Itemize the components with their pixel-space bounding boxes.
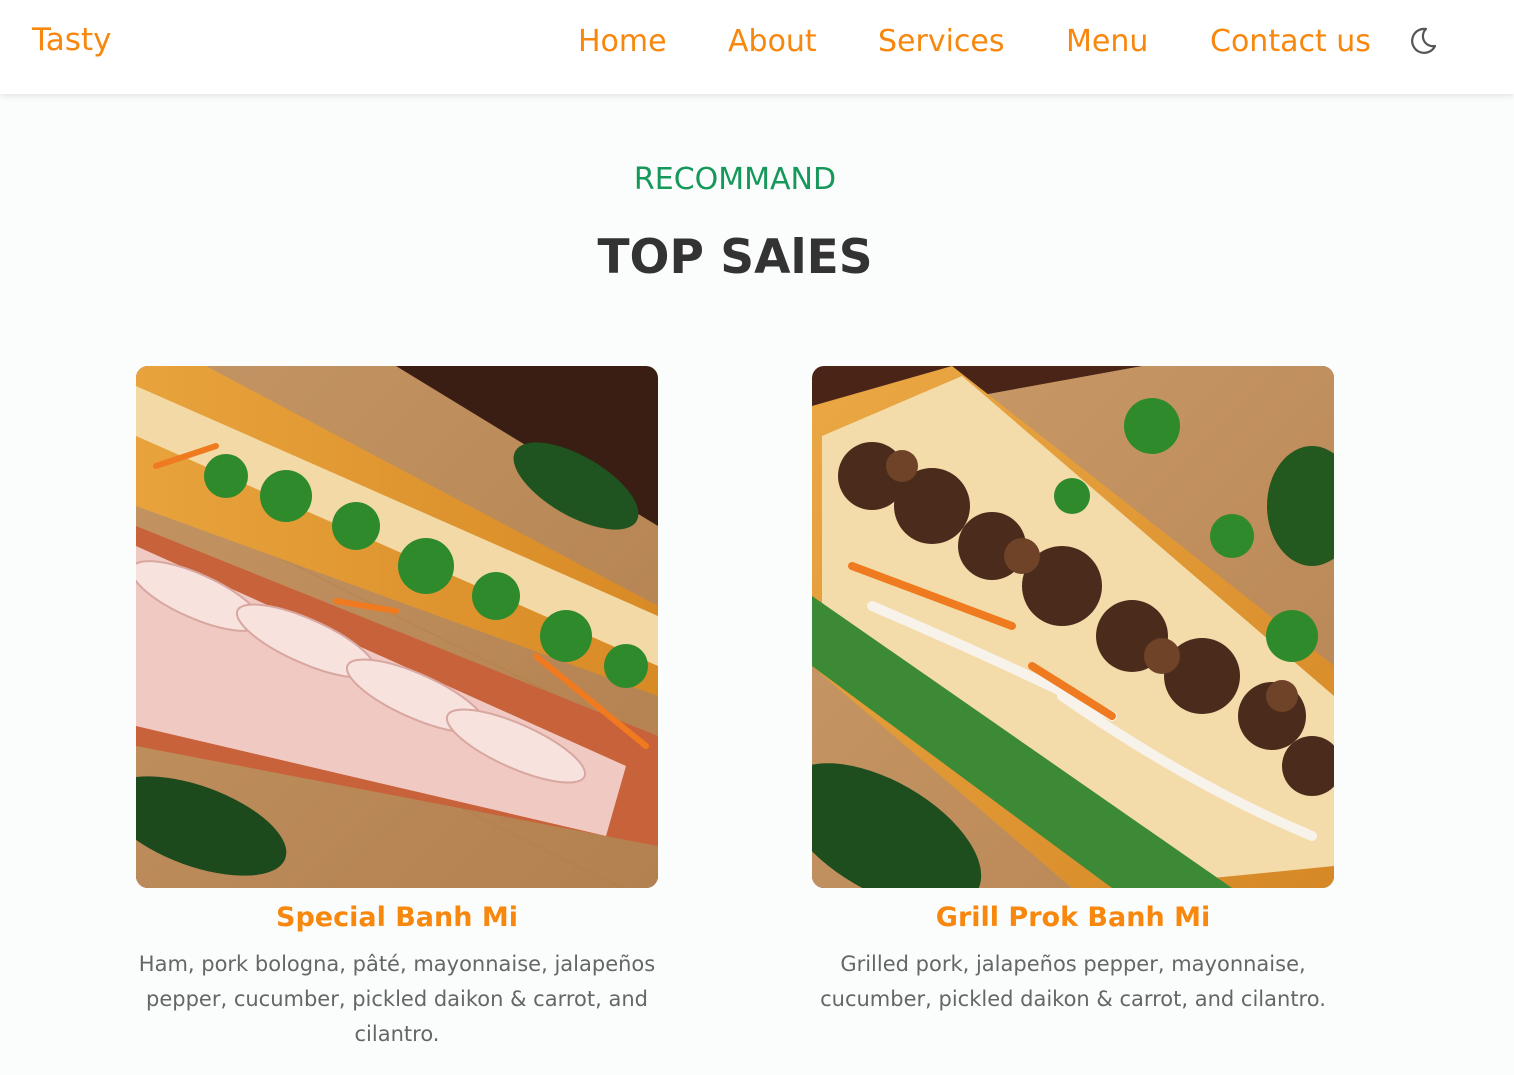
nav-link-services[interactable]: Services bbox=[878, 24, 1005, 59]
product-card: Grill Prok Banh Mi Grilled pork, jalapeñ… bbox=[783, 366, 1363, 1017]
nav-link-menu[interactable]: Menu bbox=[1066, 24, 1148, 59]
section-title: TOP SAlES bbox=[597, 230, 873, 285]
section-subtitle: RECOMMAND bbox=[633, 162, 837, 197]
nav-link-home[interactable]: Home bbox=[578, 24, 667, 59]
product-description: Ham, pork bologna, pâté, mayonnaise, jal… bbox=[138, 952, 656, 1046]
product-image-special-banh-mi[interactable] bbox=[136, 366, 658, 888]
product-description: Grilled pork, jalapeños pepper, mayonnai… bbox=[820, 952, 1326, 1011]
moon-icon[interactable] bbox=[1406, 24, 1440, 58]
product-name[interactable]: Grill Prok Banh Mi bbox=[783, 902, 1363, 933]
nav-link-contact[interactable]: Contact us bbox=[1210, 24, 1371, 59]
product-card: Special Banh Mi Ham, pork bologna, pâté,… bbox=[107, 366, 687, 1052]
nav-link-about[interactable]: About bbox=[728, 24, 817, 59]
logo[interactable]: Tasty bbox=[32, 22, 111, 58]
product-image-grill-prok-banh-mi[interactable] bbox=[812, 366, 1334, 888]
navbar: Tasty Home About Services Menu Contact u… bbox=[0, 0, 1514, 94]
product-name[interactable]: Special Banh Mi bbox=[107, 902, 687, 933]
